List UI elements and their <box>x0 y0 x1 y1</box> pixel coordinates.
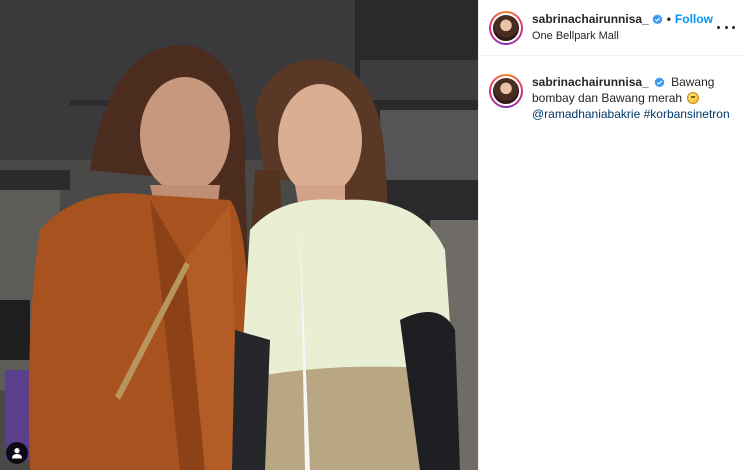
follow-button[interactable]: Follow <box>675 12 713 27</box>
separator-dot: • <box>666 11 671 26</box>
verified-badge-icon <box>652 13 663 25</box>
post-side-panel: sabrinachairunnisa_ • Follow One Bellpar… <box>478 0 745 470</box>
user-tags-button[interactable] <box>6 442 28 464</box>
author-username[interactable]: sabrinachairunnisa_ <box>532 12 649 27</box>
post-photo[interactable] <box>0 0 478 470</box>
hashtag-link[interactable]: #korbansinetron <box>644 107 730 121</box>
photo-image <box>0 0 478 470</box>
mention-link[interactable]: @ramadhaniabakrie <box>532 107 640 121</box>
post-location[interactable]: One Bellpark Mall <box>532 29 713 44</box>
verified-badge-icon <box>654 77 665 88</box>
grinning-sweat-emoji-icon <box>687 92 700 104</box>
author-avatar[interactable] <box>489 10 523 45</box>
caption-author-avatar[interactable] <box>489 74 523 108</box>
caption-comment: sabrinachairunnisa_ Bawang bombay dan Ba… <box>479 56 745 122</box>
caption-username[interactable]: sabrinachairunnisa_ <box>532 75 649 89</box>
more-options-icon[interactable] <box>717 19 735 35</box>
post-header: sabrinachairunnisa_ • Follow One Bellpar… <box>479 0 745 56</box>
caption-text-block: sabrinachairunnisa_ Bawang bombay dan Ba… <box>532 74 735 122</box>
user-tag-icon <box>12 448 22 459</box>
